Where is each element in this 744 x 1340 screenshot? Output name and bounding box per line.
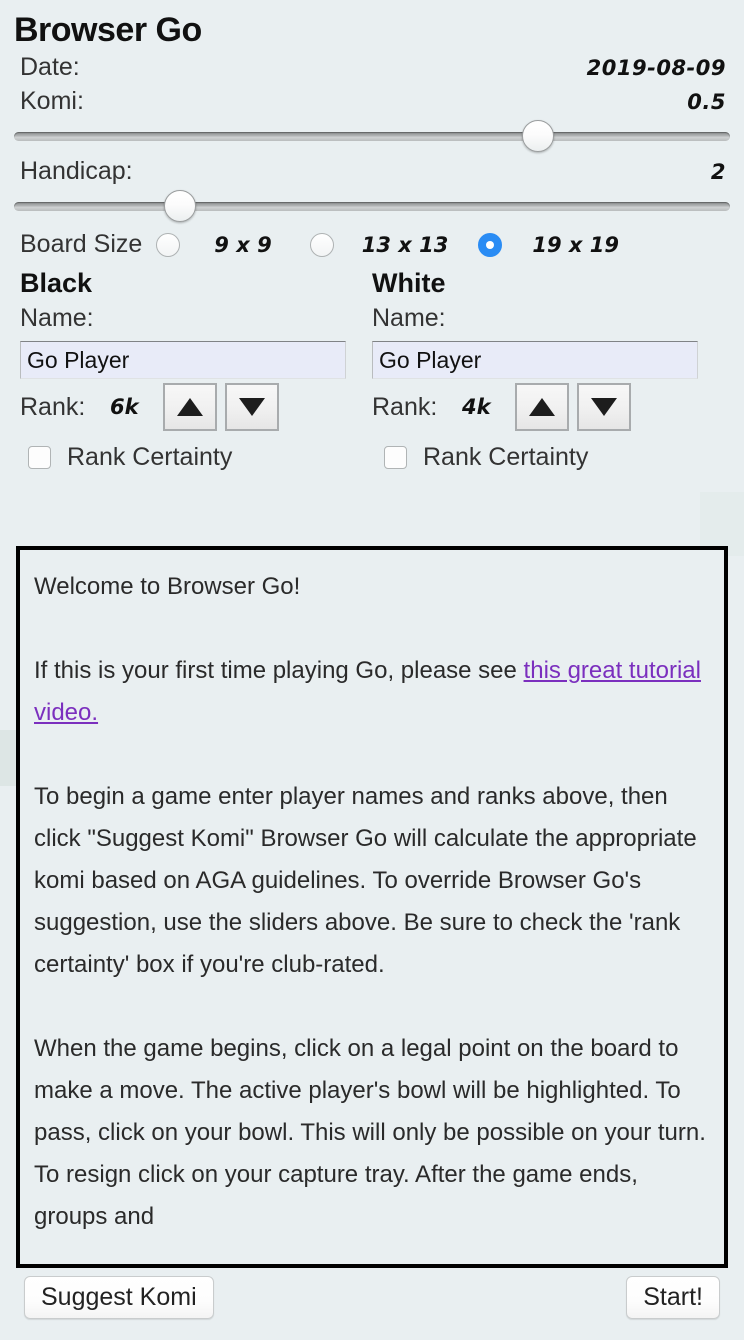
white-rank-up-button[interactable] (515, 383, 570, 431)
handicap-row: Handicap: 2 (0, 154, 744, 188)
board-size-row: Board Size 9 x 9 13 x 13 19 x 19 (0, 224, 744, 259)
black-name-input[interactable] (20, 341, 346, 379)
triangle-down-icon (591, 398, 618, 416)
board-size-option-13x13[interactable]: 13 x 13 (362, 233, 449, 257)
black-rank-value: 6k (110, 395, 139, 419)
info-greeting: Welcome to Browser Go! (34, 573, 301, 600)
date-row: Date: 2019-08-09 (0, 50, 744, 84)
black-rank-up-button[interactable] (163, 383, 218, 431)
board-size-option-9x9[interactable]: 9 x 9 (214, 233, 271, 257)
player-headings: Black Name: White Name: (0, 259, 744, 379)
page-title: Browser Go (14, 11, 202, 49)
black-rank-label: Rank: (20, 392, 86, 421)
komi-value: 0.5 (687, 90, 726, 114)
black-rank-down-button[interactable] (225, 383, 280, 431)
triangle-up-icon (529, 398, 556, 416)
handicap-label: Handicap: (20, 157, 133, 185)
black-heading: Black (20, 268, 93, 298)
info-textarea[interactable]: Welcome to Browser Go! If this is your f… (16, 546, 728, 1268)
black-name-label: Name: (20, 304, 94, 332)
date-value: 2019-08-09 (586, 56, 726, 80)
board-size-label: Board Size (20, 230, 143, 258)
handicap-slider-track[interactable] (14, 202, 730, 211)
komi-slider-thumb[interactable] (521, 120, 554, 152)
handicap-slider[interactable] (14, 190, 730, 224)
white-rank-value: 4k (462, 395, 491, 419)
black-rank-certainty-checkbox[interactable] (28, 445, 51, 469)
handicap-value: 2 (710, 160, 726, 184)
certainty-rows: Rank Certainty Rank Certainty (0, 435, 744, 479)
white-heading: White (372, 268, 446, 298)
white-rank-certainty-label: Rank Certainty (423, 442, 589, 471)
suggest-komi-button[interactable]: Suggest Komi (24, 1276, 214, 1319)
info-begin-paragraph: To begin a game enter player names and r… (34, 783, 697, 978)
handicap-slider-thumb[interactable] (163, 190, 196, 222)
white-name-label: Name: (372, 304, 446, 332)
footer-button-bar: Suggest Komi Start! (0, 1276, 744, 1319)
triangle-up-icon (177, 398, 204, 416)
board-size-radio-9x9[interactable] (156, 232, 181, 257)
date-label: Date: (20, 53, 80, 81)
rank-rows: Rank: 6k Rank: 4k (0, 379, 744, 435)
white-rank-down-button[interactable] (577, 383, 632, 431)
white-rank-certainty-checkbox[interactable] (384, 445, 407, 469)
board-size-option-19x19[interactable]: 19 x 19 (532, 233, 619, 257)
white-rank-label: Rank: (372, 392, 438, 421)
board-size-radio-13x13[interactable] (309, 232, 334, 257)
komi-slider[interactable] (14, 120, 730, 154)
komi-row: Komi: 0.5 (0, 84, 744, 118)
start-button[interactable]: Start! (626, 1276, 720, 1319)
komi-slider-track[interactable] (14, 132, 730, 141)
komi-label: Komi: (20, 87, 84, 115)
triangle-down-icon (239, 398, 266, 416)
black-rank-certainty-label: Rank Certainty (67, 442, 233, 471)
board-size-radio-19x19[interactable] (478, 232, 503, 257)
app-root: Browser Go Date: 2019-08-09 Komi: 0.5 Ha… (0, 0, 744, 1340)
info-play-paragraph: When the game begins, click on a legal p… (34, 1035, 706, 1230)
white-name-input[interactable] (372, 341, 698, 379)
info-intro: If this is your first time playing Go, p… (34, 650, 710, 734)
info-intro-text: If this is your first time playing Go, p… (34, 657, 524, 684)
